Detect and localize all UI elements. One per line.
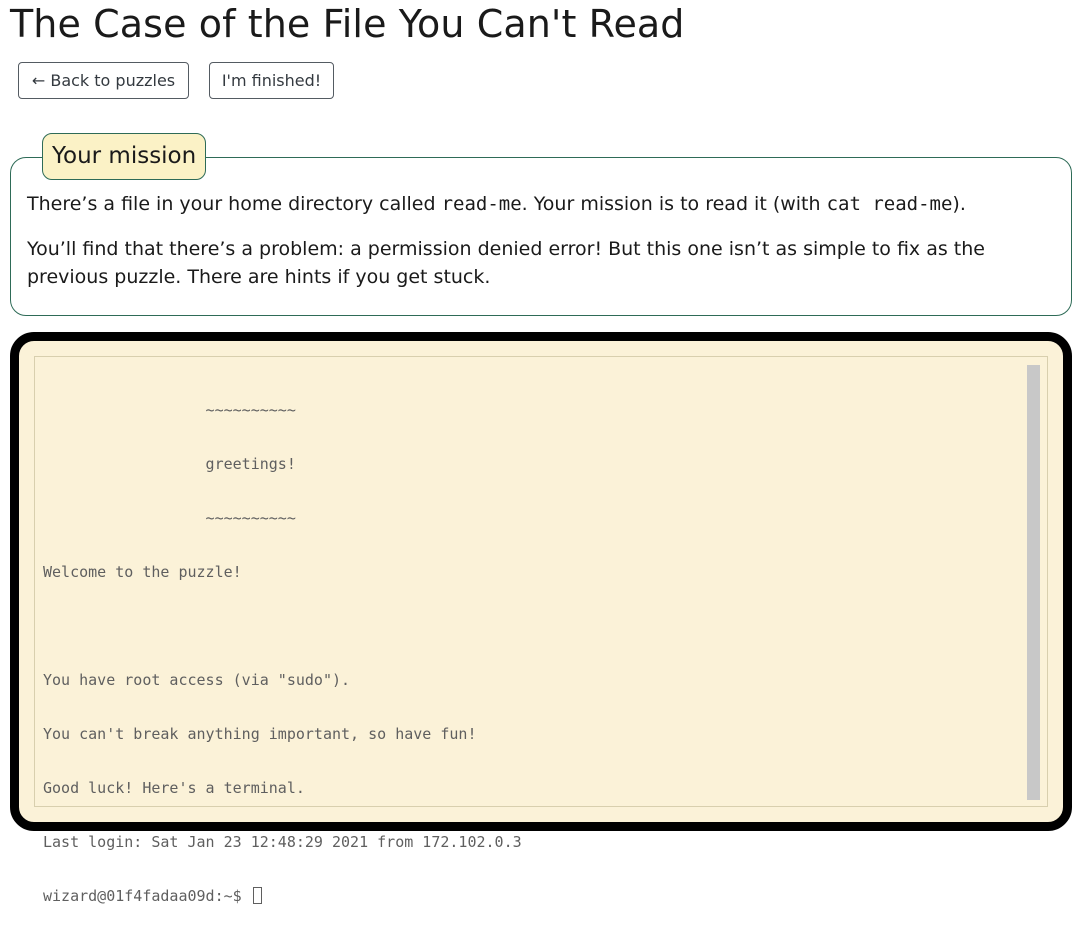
terminal-line: ~~~~~~~~~~ xyxy=(43,509,296,527)
terminal-prompt-line[interactable]: wizard@01f4fadaa09d:~$ xyxy=(43,887,1018,905)
terminal-cursor xyxy=(252,887,262,904)
terminal-line: Good luck! Here's a terminal. xyxy=(43,779,305,797)
terminal-line: greetings! xyxy=(43,455,296,473)
mission-text: ). xyxy=(952,193,966,215)
back-to-puzzles-button[interactable]: ← Back to puzzles xyxy=(18,62,189,99)
filename-code: read-me xyxy=(441,193,522,215)
command-code: cat read-me xyxy=(826,193,953,215)
terminal-line: Welcome to the puzzle! xyxy=(43,563,242,581)
terminal-line: You have root access (via "sudo"). xyxy=(43,671,351,689)
mission-text: There’s a file in your home directory ca… xyxy=(27,193,442,215)
terminal-output: ~~~~~~~~~~ greetings! ~~~~~~~~~~ Welcome… xyxy=(43,365,1018,941)
finished-button[interactable]: I'm finished! xyxy=(209,62,334,99)
terminal-line: You can't break anything important, so h… xyxy=(43,725,477,743)
mission-paragraph-1: There’s a file in your home directory ca… xyxy=(27,190,1057,218)
terminal-scrollbar[interactable] xyxy=(1027,365,1040,800)
terminal[interactable]: ~~~~~~~~~~ greetings! ~~~~~~~~~~ Welcome… xyxy=(34,356,1048,905)
mission-paragraph-2: You’ll find that there’s a problem: a pe… xyxy=(27,238,985,288)
mission-text: . Your mission is to read it (with xyxy=(521,193,827,215)
page-title: The Case of the File You Can't Read xyxy=(10,2,685,46)
terminal-scrollbar-thumb[interactable] xyxy=(1027,365,1040,800)
mission-title: Your mission xyxy=(42,133,207,180)
terminal-prompt: wizard@01f4fadaa09d:~$ xyxy=(43,887,251,905)
terminal-line: Last login: Sat Jan 23 12:48:29 2021 fro… xyxy=(43,833,522,851)
terminal-line: ~~~~~~~~~~ xyxy=(43,401,296,419)
